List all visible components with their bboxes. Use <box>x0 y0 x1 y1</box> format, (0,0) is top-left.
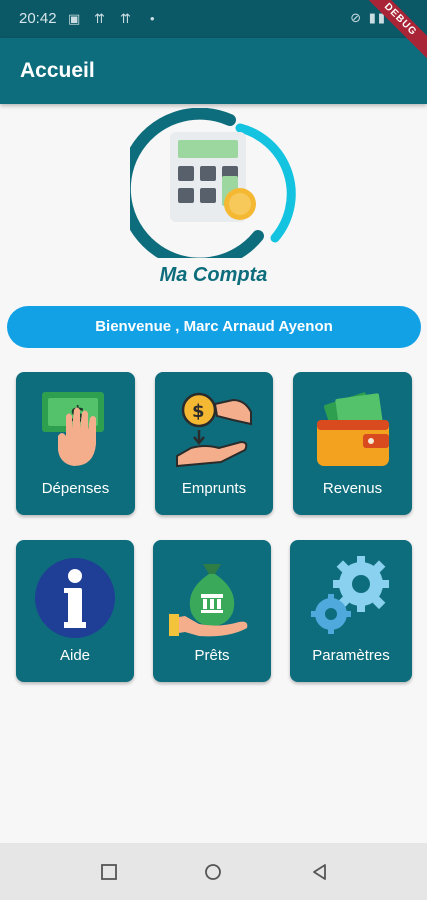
tile-prets[interactable]: Prêts <box>153 540 271 682</box>
tile-label: Dépenses <box>41 480 110 497</box>
notification-icon: ▣ <box>68 11 81 26</box>
logo-text: Ma Compta <box>159 264 268 286</box>
page-title: Accueil <box>20 59 95 82</box>
coin-exchange-icon: $ <box>176 392 252 468</box>
app-logo <box>118 107 300 270</box>
system-nav-bar <box>0 843 427 900</box>
status-bar: 20:42 ▣ ⇈ ⇈ • ⊘ ▮▮ <box>0 0 427 38</box>
svg-text:$: $ <box>192 401 205 422</box>
tile-label: Aide <box>59 647 91 664</box>
back-icon[interactable] <box>311 863 329 881</box>
cash-hand-icon: $ <box>41 392 104 466</box>
tile-depenses[interactable]: $ Dépenses <box>16 372 135 515</box>
gears-icon <box>311 556 389 634</box>
notification-icon: ⇈ <box>120 11 131 26</box>
tile-parametres[interactable]: Paramètres <box>290 540 412 682</box>
tile-label: Emprunts <box>181 480 247 497</box>
tile-label: Prêts <box>194 647 230 664</box>
tile-label: Paramètres <box>312 647 390 664</box>
tile-revenus[interactable]: Revenus <box>293 372 412 515</box>
status-time: 20:42 <box>19 10 57 27</box>
calculator-logo-icon <box>118 107 296 270</box>
recent-apps-icon[interactable] <box>100 863 118 881</box>
tile-emprunts[interactable]: $ Emprunts <box>155 372 273 515</box>
money-bag-icon <box>169 564 248 637</box>
tile-label: Revenus <box>322 480 383 497</box>
tile-aide[interactable]: Aide <box>16 540 134 682</box>
dot-icon: • <box>150 11 155 26</box>
notification-icon: ⇈ <box>94 11 105 26</box>
home-icon[interactable] <box>204 863 222 881</box>
wallet-icon <box>316 392 389 466</box>
welcome-banner: Bienvenue , Marc Arnaud Ayenon <box>7 306 421 348</box>
info-icon <box>35 558 115 638</box>
app-bar: Accueil <box>0 38 427 104</box>
